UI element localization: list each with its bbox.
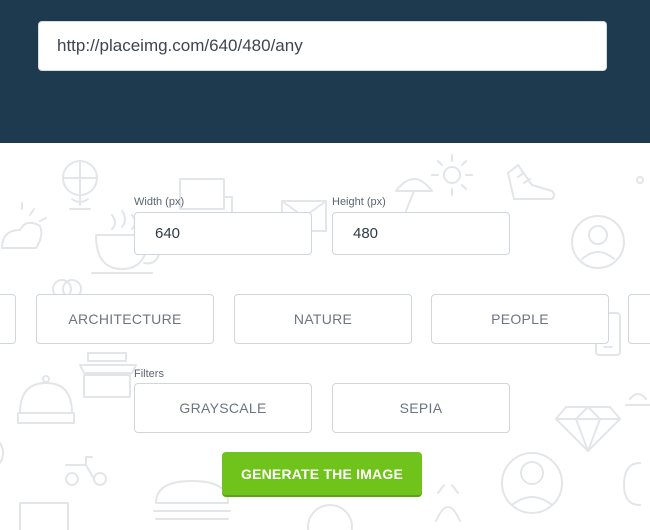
url-field[interactable]: http://placeimg.com/640/480/any xyxy=(38,21,607,71)
header-bar: http://placeimg.com/640/480/any xyxy=(0,0,650,143)
cloud-sun-icon xyxy=(1,202,47,249)
burger-icon xyxy=(153,480,231,520)
height-input[interactable]: 480 xyxy=(332,212,510,255)
category-option-left[interactable] xyxy=(0,294,16,344)
globe-icon xyxy=(62,160,98,210)
sneaker-icon xyxy=(507,164,555,200)
avatar-outline-icon xyxy=(571,215,625,269)
clock-outline-icon xyxy=(307,504,353,530)
height-label: Height (px) xyxy=(332,196,386,208)
umbrella-icon xyxy=(395,154,473,212)
frame-icon xyxy=(179,178,233,214)
diamond-icon xyxy=(555,406,621,452)
helmet-icon xyxy=(17,375,75,424)
scooter-icon xyxy=(65,456,107,486)
category-option-architecture[interactable]: ARCHITECTURE xyxy=(36,294,214,344)
insect-icon xyxy=(435,484,461,522)
width-label: Width (px) xyxy=(134,196,185,208)
category-option-right[interactable] xyxy=(628,294,650,344)
filter-option-grayscale[interactable]: GRAYSCALE xyxy=(134,383,312,433)
filters-label: Filters xyxy=(134,368,164,380)
shop-stand-icon xyxy=(79,352,137,398)
toolbar-icon xyxy=(625,393,650,406)
generate-image-button[interactable]: GENERATE THE IMAGE xyxy=(222,452,422,497)
width-input[interactable]: 640 xyxy=(134,212,312,255)
avatar-bottom-icon xyxy=(501,452,563,514)
apple-icon xyxy=(623,462,641,506)
filter-option-sepia[interactable]: SEPIA xyxy=(332,383,510,433)
category-option-people[interactable]: PEOPLE xyxy=(431,294,609,344)
category-option-nature[interactable]: NATURE xyxy=(234,294,412,344)
main-panel: Width (px) 640 Height (px) 480 ARCHITECT… xyxy=(0,143,650,530)
